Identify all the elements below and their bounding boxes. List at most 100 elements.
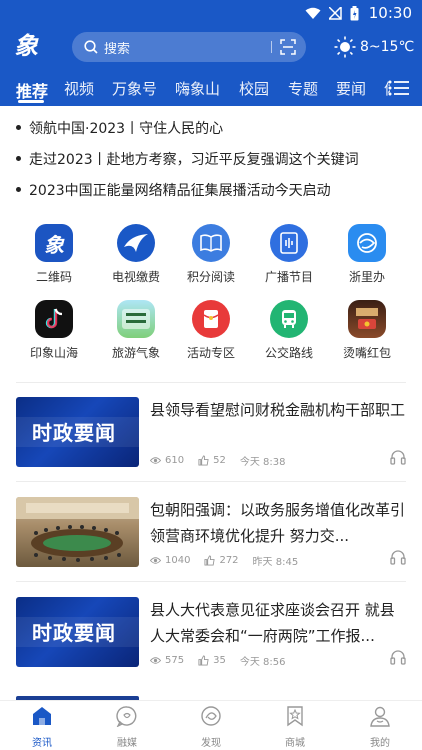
app-logo[interactable]: 象 — [14, 32, 50, 60]
nav-label: 融媒 — [117, 738, 137, 749]
news-item[interactable]: 包朝阳强调：以政务服务增值化改革引领营商环境优化提升 努力交... 1040 2… — [16, 497, 406, 587]
mall-icon — [287, 706, 303, 727]
nav-news[interactable]: 资讯 — [12, 705, 72, 749]
tv-payment-icon — [117, 224, 155, 262]
channel-tabs: 推荐 视频 万象号 嗨象山 校园 专题 要闻 体 — [0, 74, 422, 104]
news-thumbnail: 时政要闻 — [16, 597, 139, 667]
search-icon — [84, 40, 98, 54]
wifi-icon — [305, 7, 321, 19]
section-divider — [16, 382, 406, 383]
headline-item[interactable]: 领航中国·2023丨守住人民的心 — [16, 112, 416, 143]
service-bus-routes[interactable]: 公交路线 — [247, 300, 331, 361]
service-qr-code[interactable]: 象 二维码 — [12, 224, 96, 285]
media-icon — [116, 706, 137, 728]
tiktok-icon — [35, 300, 73, 338]
section-divider — [16, 481, 406, 482]
home-icon — [33, 707, 51, 725]
service-label: 活动专区 — [186, 346, 235, 360]
battery-icon — [350, 5, 359, 20]
service-radio[interactable]: 广播节目 — [247, 224, 331, 285]
headline-text: 走过2023丨赴地方考察，习近平反复强调这个关键词 — [29, 151, 359, 168]
menu-icon[interactable] — [388, 79, 410, 97]
weather-widget[interactable]: 8~15℃ — [334, 36, 414, 58]
news-title: 县领导看望慰问财税金融机构干部职工 — [150, 401, 406, 419]
view-count: 575 — [165, 655, 185, 666]
headline-text: 2023中国正能量网络精品征集展播活动今天启动 — [29, 182, 331, 199]
headline-text: 领航中国·2023丨守住人民的心 — [29, 120, 224, 137]
travel-weather-icon — [117, 300, 155, 338]
discover-icon — [201, 706, 221, 726]
headline-item[interactable]: 2023中国正能量网络精品征集展播活动今天启动 — [16, 174, 416, 205]
weather-temp: 8~15℃ — [360, 39, 415, 55]
service-label: 浙里办 — [348, 270, 385, 284]
headphones-icon[interactable] — [390, 649, 406, 665]
eye-icon — [150, 557, 161, 564]
service-activity-zone[interactable]: 活动专区 — [169, 300, 253, 361]
tab-topics[interactable]: 专题 — [288, 78, 318, 99]
section-divider — [16, 581, 406, 582]
news-thumbnail: 时政要闻 — [16, 397, 139, 467]
headphones-icon[interactable] — [390, 449, 406, 465]
service-points-reading[interactable]: 积分阅读 — [169, 224, 253, 285]
bottom-nav: 资讯 融媒 发现 商城 我的 — [0, 700, 422, 750]
service-label: 公交路线 — [264, 346, 313, 360]
signal-icon — [328, 6, 342, 20]
headline-item[interactable]: 走过2023丨赴地方考察，习近平反复强调这个关键词 — [16, 143, 416, 174]
profile-icon — [370, 706, 390, 727]
scan-icon[interactable] — [280, 39, 296, 55]
service-travel-weather[interactable]: 旅游气象 — [94, 300, 178, 361]
thumbnail-text: 时政要闻 — [32, 621, 116, 645]
view-count: 610 — [165, 455, 185, 466]
like-count: 35 — [213, 655, 226, 666]
nav-label: 发现 — [201, 738, 221, 749]
active-tab-indicator — [18, 100, 44, 103]
news-meta: 1040 272 昨天 8:45 — [150, 553, 298, 568]
tab-haixiangshan[interactable]: 嗨象山 — [175, 78, 220, 99]
service-label: 积分阅读 — [186, 270, 235, 284]
nav-label: 我的 — [370, 738, 390, 749]
news-title: 包朝阳强调：以政务服务增值化改革引领营商环境优化提升 努力交... — [150, 501, 406, 545]
service-label: 烫嘴红包 — [342, 346, 391, 360]
headline-list: 领航中国·2023丨守住人民的心 走过2023丨赴地方考察，习近平反复强调这个关… — [16, 112, 416, 205]
nav-mall[interactable]: 商城 — [265, 705, 325, 749]
red-envelope-icon — [192, 300, 230, 338]
service-tv-payment[interactable]: 电视缴费 — [94, 224, 178, 285]
service-zheliban[interactable]: 浙里办 — [325, 224, 409, 285]
nav-profile[interactable]: 我的 — [350, 705, 410, 749]
tab-campus[interactable]: 校园 — [239, 78, 269, 99]
service-hot-red-packet[interactable]: 烫嘴红包 — [325, 300, 409, 361]
eye-icon — [150, 657, 161, 664]
view-count: 1040 — [165, 555, 191, 566]
service-label: 二维码 — [35, 270, 72, 284]
service-label: 广播节目 — [264, 270, 313, 284]
news-title: 县人大代表意见征求座谈会召开 就县人大常委会和“一府两院”工作报... — [150, 601, 395, 645]
news-item[interactable]: 时政要闻 县领导看望慰问财税金融机构干部职工 610 52 今天 8:38 — [16, 397, 406, 487]
thumbs-up-icon — [198, 455, 209, 466]
nav-discover[interactable]: 发现 — [181, 705, 241, 749]
thumbnail-text: 时政要闻 — [32, 421, 116, 445]
tab-video[interactable]: 视频 — [64, 78, 94, 99]
eye-icon — [150, 457, 161, 464]
service-label: 印象山海 — [29, 346, 78, 360]
publish-time: 今天 8:38 — [239, 457, 286, 468]
sun-icon — [334, 36, 356, 58]
news-meta: 610 52 今天 8:38 — [150, 453, 285, 468]
service-label: 电视缴费 — [111, 270, 160, 284]
tab-recommend[interactable]: 推荐 — [16, 78, 48, 102]
nav-label: 资讯 — [32, 738, 52, 749]
service-yinxiang-shanhai[interactable]: 印象山海 — [12, 300, 96, 361]
nav-label: 商城 — [285, 738, 305, 749]
publish-time: 今天 8:56 — [239, 657, 286, 668]
status-time: 10:30 — [368, 4, 412, 22]
qr-icon: 象 — [35, 224, 73, 262]
tab-wanxianghao[interactable]: 万象号 — [112, 78, 157, 99]
tab-news[interactable]: 要闻 — [336, 78, 366, 99]
news-item[interactable]: 时政要闻 县人大代表意见征求座谈会召开 就县人大常委会和“一府两院”工作报...… — [16, 597, 406, 687]
radio-icon — [270, 224, 308, 262]
like-count: 272 — [219, 555, 239, 566]
headphones-icon[interactable] — [390, 549, 406, 565]
search-divider — [271, 41, 272, 53]
search-bar[interactable]: 搜索 — [72, 32, 306, 62]
thumbs-up-icon — [204, 555, 216, 566]
nav-media[interactable]: 融媒 — [97, 705, 157, 749]
